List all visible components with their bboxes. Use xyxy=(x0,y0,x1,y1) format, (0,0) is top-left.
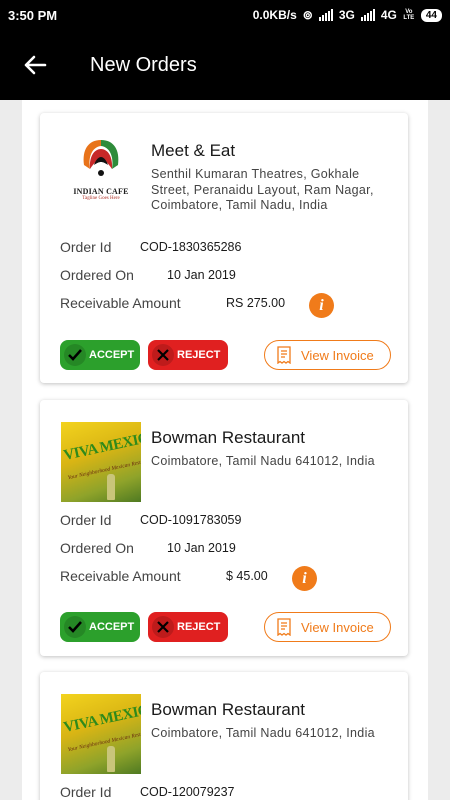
order-id-value: COD-1830365286 xyxy=(140,240,242,254)
restaurant-address: Senthil Kumaran Theatres, Gokhale Street… xyxy=(151,167,374,212)
receipt-icon xyxy=(275,344,293,366)
volte-icon: Vo LTE xyxy=(403,9,415,21)
view-invoice-label: View Invoice xyxy=(301,347,374,363)
order-card: VIVA MEXICO Your Neighborhood Mexican Re… xyxy=(40,672,408,800)
ordered-on-label: Ordered On xyxy=(60,540,134,556)
close-icon xyxy=(152,344,174,366)
status-bar: 3:50 PM 0.0KB/s ⊚ 3G 4G Vo LTE 44 xyxy=(0,0,450,30)
restaurant-logo: INDIAN CAFE Tagline Goes Here xyxy=(61,135,141,215)
signal-icon xyxy=(318,9,333,21)
receipt-icon xyxy=(275,616,293,638)
close-icon xyxy=(152,616,174,638)
accept-label: ACCEPT xyxy=(89,621,135,633)
order-id-value: COD-1091783059 xyxy=(140,513,242,527)
reject-button[interactable]: REJECT xyxy=(148,612,228,642)
order-id-label: Order Id xyxy=(60,239,112,255)
cafe-logo-mark xyxy=(83,140,119,176)
accept-button[interactable]: ACCEPT xyxy=(60,612,140,642)
receivable-amount-label: Receivable Amount xyxy=(60,568,181,584)
receivable-amount-label: Receivable Amount xyxy=(60,295,181,311)
logo-name: VIVA MEXICO xyxy=(62,700,141,736)
restaurant-name: Bowman Restaurant xyxy=(151,700,306,719)
ordered-on-label: Ordered On xyxy=(60,267,134,283)
reject-button[interactable]: REJECT xyxy=(148,340,228,370)
reject-label: REJECT xyxy=(177,621,221,633)
order-id-label: Order Id xyxy=(60,784,112,800)
view-invoice-label: View Invoice xyxy=(301,619,374,635)
arrow-left-icon xyxy=(24,55,47,75)
check-icon xyxy=(64,344,86,366)
signal-icon-2 xyxy=(360,9,375,21)
receivable-amount-value: RS 275.00 xyxy=(226,296,286,310)
info-icon[interactable]: i xyxy=(309,293,334,318)
order-card: INDIAN CAFE Tagline Goes Here Meet & Eat… xyxy=(40,113,408,383)
app-bar: New Orders xyxy=(0,30,450,100)
accept-button[interactable]: ACCEPT xyxy=(60,340,140,370)
check-icon xyxy=(64,616,86,638)
order-id-value: COD-120079237 xyxy=(140,785,235,799)
orders-list[interactable]: INDIAN CAFE Tagline Goes Here Meet & Eat… xyxy=(22,100,428,800)
view-invoice-button[interactable]: View Invoice xyxy=(264,612,391,642)
restaurant-address: Coimbatore, Tamil Nadu 641012, India xyxy=(151,726,375,740)
restaurant-address: Coimbatore, Tamil Nadu 641012, India xyxy=(151,454,375,468)
restaurant-name: Meet & Eat xyxy=(151,141,236,160)
order-id-label: Order Id xyxy=(60,512,112,528)
logo-tagline: Tagline Goes Here xyxy=(82,196,120,201)
back-button[interactable] xyxy=(20,50,50,80)
battery-level: 44 xyxy=(425,9,437,21)
view-invoice-button[interactable]: View Invoice xyxy=(264,340,391,370)
restaurant-logo: VIVA MEXICO Your Neighborhood Mexican Re… xyxy=(61,694,141,774)
network-type-1: 3G xyxy=(338,8,355,22)
restaurant-name: Bowman Restaurant xyxy=(151,428,306,447)
accept-label: ACCEPT xyxy=(89,349,135,361)
ordered-on-value: 10 Jan 2019 xyxy=(167,268,236,282)
logo-name: INDIAN CAFE xyxy=(73,187,129,196)
page-title: New Orders xyxy=(90,54,197,76)
bottle-graphic xyxy=(107,746,115,772)
order-card: VIVA MEXICO Your Neighborhood Mexican Re… xyxy=(40,400,408,656)
network-type-2: 4G xyxy=(380,8,397,22)
receivable-amount-value: $ 45.00 xyxy=(226,569,268,583)
reject-label: REJECT xyxy=(177,349,221,361)
hotspot-icon: ⊚ xyxy=(302,8,313,22)
status-time: 3:50 PM xyxy=(8,7,58,23)
network-speed: 0.0KB/s xyxy=(252,8,297,22)
logo-name: VIVA MEXICO xyxy=(62,428,141,464)
info-icon[interactable]: i xyxy=(292,566,317,591)
ordered-on-value: 10 Jan 2019 xyxy=(167,541,236,555)
restaurant-logo: VIVA MEXICO Your Neighborhood Mexican Re… xyxy=(61,422,141,502)
battery-icon: 44 xyxy=(420,8,442,22)
bottle-graphic xyxy=(107,474,115,500)
